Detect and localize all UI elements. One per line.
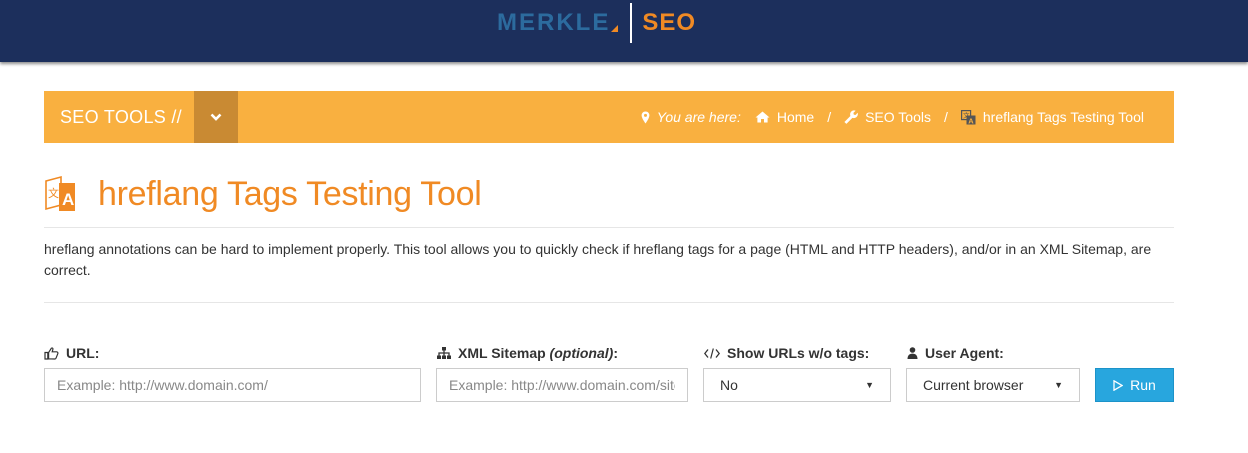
run-button[interactable]: Run — [1095, 368, 1174, 402]
logo-divider — [630, 3, 633, 43]
seo-tools-bar: SEO TOOLS // You are here: Home / SEO To… — [44, 91, 1174, 143]
user-agent-label: User Agent: — [907, 345, 1004, 361]
breadcrumb-separator: / — [827, 109, 832, 125]
sitemap-label-text: XML Sitemap — [458, 345, 546, 361]
logo-tick-icon — [611, 24, 619, 32]
map-marker-icon — [641, 111, 650, 124]
user-icon — [907, 347, 918, 359]
chevron-down-icon — [210, 113, 222, 121]
translate-icon: 文 A — [45, 175, 75, 211]
user-agent-selected-value: Current browser — [923, 377, 1024, 393]
page-title: hreflang Tags Testing Tool — [98, 174, 482, 213]
sitemap-icon — [437, 347, 451, 359]
breadcrumb-home-link[interactable]: Home — [777, 109, 814, 125]
breadcrumb-you-are-here: You are here: — [656, 109, 741, 125]
tool-description: hreflang annotations can be hard to impl… — [44, 241, 1152, 278]
code-icon — [704, 347, 720, 359]
dropdown-arrow-icon: ▼ — [1054, 380, 1063, 390]
wrench-icon — [844, 110, 858, 124]
url-input[interactable] — [44, 368, 421, 402]
svg-text:文: 文 — [48, 186, 59, 200]
breadcrumb-seo-tools-link[interactable]: SEO Tools — [865, 109, 931, 125]
run-button-label: Run — [1130, 377, 1156, 393]
show-urls-label: Show URLs w/o tags: — [704, 345, 869, 361]
page-title-row: 文 A hreflang Tags Testing Tool — [44, 172, 482, 216]
site-header: MERKLE SEO — [0, 0, 1248, 62]
logo-merkle-text: MERKLE — [497, 9, 611, 36]
xml-sitemap-input[interactable] — [436, 368, 688, 402]
seo-tools-dropdown-button[interactable] — [194, 91, 238, 143]
sitemap-label: XML Sitemap (optional): — [437, 345, 618, 361]
breadcrumb-separator: / — [943, 109, 948, 125]
play-icon — [1113, 379, 1124, 391]
breadcrumb: You are here: Home / SEO Tools / 文A href… — [641, 91, 1144, 143]
show-urls-selected-value: No — [720, 377, 738, 393]
translate-icon: 文A — [960, 109, 976, 125]
merkle-seo-logo[interactable]: MERKLE SEO — [497, 3, 697, 43]
url-label: URL: — [44, 345, 99, 361]
url-label-text: URL: — [66, 345, 100, 361]
breadcrumb-current-page: hreflang Tags Testing Tool — [982, 109, 1144, 125]
show-urls-label-text: Show URLs w/o tags: — [727, 345, 870, 361]
svg-text:A: A — [62, 190, 74, 209]
svg-text:A: A — [968, 116, 974, 125]
user-agent-select[interactable]: Current browser ▼ — [906, 368, 1080, 402]
show-urls-select[interactable]: No ▼ — [703, 368, 891, 402]
sitemap-label-colon: : — [613, 345, 618, 361]
thumbs-up-icon — [44, 346, 59, 360]
home-icon — [755, 111, 770, 123]
logo-seo-text: SEO — [642, 9, 697, 36]
seo-tools-label: SEO TOOLS // — [60, 107, 182, 127]
description-divider — [44, 302, 1174, 303]
sitemap-label-optional: (optional) — [549, 345, 614, 361]
dropdown-arrow-icon: ▼ — [865, 380, 874, 390]
title-divider — [44, 227, 1174, 228]
user-agent-label-text: User Agent: — [925, 345, 1004, 361]
